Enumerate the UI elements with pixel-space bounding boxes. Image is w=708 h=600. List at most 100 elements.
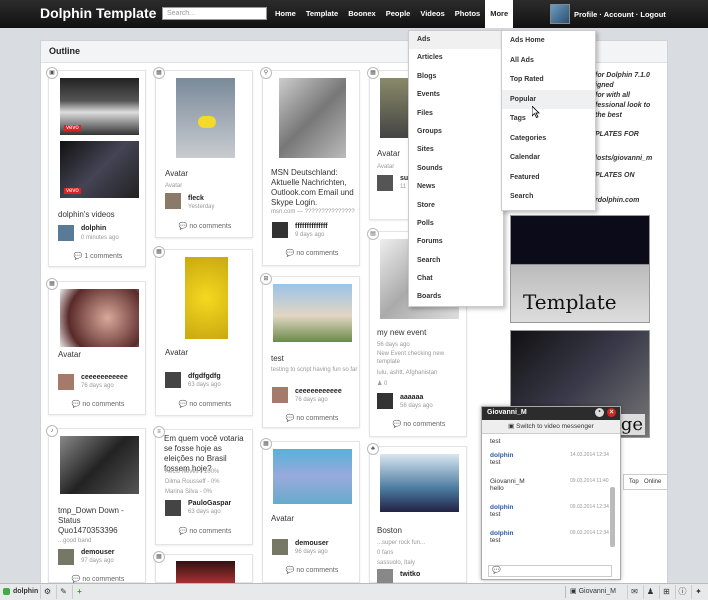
card-comments[interactable]: 💬 no comments	[370, 420, 468, 428]
menu-item-search[interactable]: Search	[409, 252, 503, 270]
video-thumb-2[interactable]: vevo	[60, 141, 139, 198]
card-username[interactable]: demouser	[81, 549, 114, 556]
template-banner-1[interactable]: Template	[510, 215, 650, 323]
menu-item-events[interactable]: Events	[409, 86, 503, 104]
card-title[interactable]: Avatar	[165, 348, 188, 358]
avatar[interactable]	[165, 372, 181, 388]
photo-thumb[interactable]	[380, 78, 410, 138]
chat-tab[interactable]: ▣ Giovanni_M	[565, 586, 625, 598]
menu-item-news[interactable]: News	[409, 178, 503, 196]
poll-option-1[interactable]: Aécio Neves - 100%	[165, 468, 219, 476]
sender[interactable]: dolphin	[490, 452, 513, 459]
card-title[interactable]: Avatar	[58, 350, 81, 360]
group-thumb[interactable]	[380, 454, 459, 512]
avatar[interactable]	[58, 549, 74, 565]
add-icon[interactable]: +	[72, 585, 86, 599]
avatar[interactable]	[58, 374, 74, 390]
card-comments[interactable]: 💬 no comments	[156, 527, 254, 535]
promo-line-7[interactable]: losts/giovanni_m	[595, 155, 652, 162]
menu-item-sites[interactable]: Sites	[409, 141, 503, 159]
close-icon[interactable]: ×	[607, 408, 616, 417]
card-avatar-water[interactable]: Avatar demouser 96 days ago 💬 no comment…	[262, 441, 360, 583]
sound-thumb[interactable]	[60, 436, 139, 494]
menu-item-boards[interactable]: Boards	[409, 288, 503, 306]
menu-item-files[interactable]: Files	[409, 105, 503, 123]
edit-icon[interactable]: ✎	[56, 585, 70, 599]
card-avatar-banana[interactable]: Avatar Avatar fleck Yesterday 💬 no comme…	[155, 70, 253, 238]
menu-item-chat[interactable]: Chat	[409, 270, 503, 288]
card-username[interactable]: PauloGaspar	[188, 500, 231, 507]
menu-item-forums[interactable]: Forums	[409, 233, 503, 251]
card-comments[interactable]: 💬 no comments	[263, 414, 361, 422]
card-videos[interactable]: vevo vevo dolphin's videos dolphin 0 min…	[48, 70, 146, 267]
submenu-all-ads[interactable]: All Ads	[502, 51, 595, 71]
submenu-ads-home[interactable]: Ads Home	[502, 31, 595, 51]
menu-item-ads[interactable]: Ads	[409, 31, 503, 50]
menu-item-blogs[interactable]: Blogs	[409, 68, 503, 86]
wrench-icon[interactable]: ✦	[691, 585, 705, 599]
tab-top[interactable]: Top	[629, 475, 639, 489]
card-username[interactable]: aaaaaa	[400, 394, 423, 401]
switch-video-button[interactable]: ▣ Switch to video messenger	[482, 420, 620, 434]
submenu-top-rated[interactable]: Top Rated	[502, 70, 595, 90]
card-site[interactable]: MSN Deutschland: Aktuelle Nachrichten, O…	[262, 70, 360, 266]
card-comments[interactable]: 💬 no comments	[263, 249, 361, 257]
card-sound[interactable]: tmp_Down Down - Status Quo1470353396 ...…	[48, 428, 146, 583]
card-username[interactable]: fleck	[188, 195, 204, 202]
card-username[interactable]: dfgdfgdfg	[188, 373, 221, 380]
card-comments[interactable]: 💬 1 comments	[49, 252, 147, 260]
gear-icon[interactable]: ⚙	[40, 585, 54, 599]
avatar[interactable]	[272, 539, 288, 555]
sender[interactable]: dolphin	[490, 530, 513, 537]
card-comments[interactable]: 💬 no comments	[49, 575, 147, 583]
menu-item-sounds[interactable]: Sounds	[409, 160, 503, 178]
card-group[interactable]: Boston ...super rock fun... 0 fans sassu…	[369, 446, 467, 585]
card-title[interactable]: dolphin's videos	[58, 210, 115, 220]
submenu-popular[interactable]: Popular	[502, 89, 595, 109]
sender[interactable]: Giovanni_M	[490, 478, 525, 485]
card-photo-partial[interactable]	[155, 554, 253, 584]
card-username[interactable]: twitko	[400, 571, 420, 578]
poll-option-3[interactable]: Marina Silva - 0%	[165, 488, 212, 496]
card-poll[interactable]: Em quem você votaria se fosse hoje as el…	[155, 429, 253, 545]
card-comments[interactable]: 💬 no comments	[49, 400, 147, 408]
promo-line-9[interactable]: rdolphin.com	[595, 197, 639, 204]
menu-item-groups[interactable]: Groups	[409, 123, 503, 141]
submenu-categories[interactable]: Categories	[502, 129, 595, 149]
tab-online[interactable]: Online	[644, 475, 661, 489]
cart-icon[interactable]: ⊞	[659, 585, 673, 599]
photo-thumb[interactable]	[273, 449, 352, 504]
avatar[interactable]	[377, 175, 393, 191]
card-avatar-smileys[interactable]: Avatar dfgdfgdfg 63 days ago 💬 no commen…	[155, 249, 253, 416]
card-username[interactable]: dolphin	[81, 225, 106, 232]
avatar[interactable]	[272, 387, 288, 403]
card-username[interactable]: su	[400, 175, 408, 182]
submenu-calendar[interactable]: Calendar	[502, 148, 595, 168]
card-title[interactable]: Boston	[377, 526, 402, 536]
menu-item-store[interactable]: Store	[409, 197, 503, 215]
video-thumb-1[interactable]: vevo	[60, 78, 139, 135]
photo-thumb[interactable]	[176, 561, 235, 584]
card-title[interactable]: test	[271, 354, 284, 364]
chat-input[interactable]: 💬	[488, 565, 612, 577]
avatar[interactable]	[165, 500, 181, 516]
store-thumb[interactable]	[273, 284, 352, 342]
poll-option-2[interactable]: Dilma Rousseff - 0%	[165, 478, 220, 486]
card-username[interactable]: ceeeeeeeeeee	[295, 388, 342, 395]
minimize-icon[interactable]: •	[595, 408, 604, 417]
card-comments[interactable]: 💬 no comments	[263, 566, 361, 574]
photo-thumb[interactable]	[60, 289, 139, 347]
card-title[interactable]: tmp_Down Down - Status Quo1470353396	[58, 506, 142, 536]
chat-header[interactable]: Giovanni_M • ×	[482, 407, 620, 420]
card-title[interactable]: Avatar	[165, 169, 188, 179]
card-username[interactable]: ffffffffffffff	[295, 223, 328, 230]
sender[interactable]: dolphin	[490, 504, 513, 511]
chat-scrollbar[interactable]	[610, 487, 615, 547]
submenu-tags[interactable]: Tags	[502, 109, 595, 129]
card-username[interactable]: demouser	[295, 540, 328, 547]
avatar[interactable]	[377, 393, 393, 409]
card-comments[interactable]: 💬 no comments	[156, 400, 254, 408]
menu-item-polls[interactable]: Polls	[409, 215, 503, 233]
people-icon[interactable]: ♟	[643, 585, 657, 599]
menu-item-articles[interactable]: Articles	[409, 49, 503, 67]
